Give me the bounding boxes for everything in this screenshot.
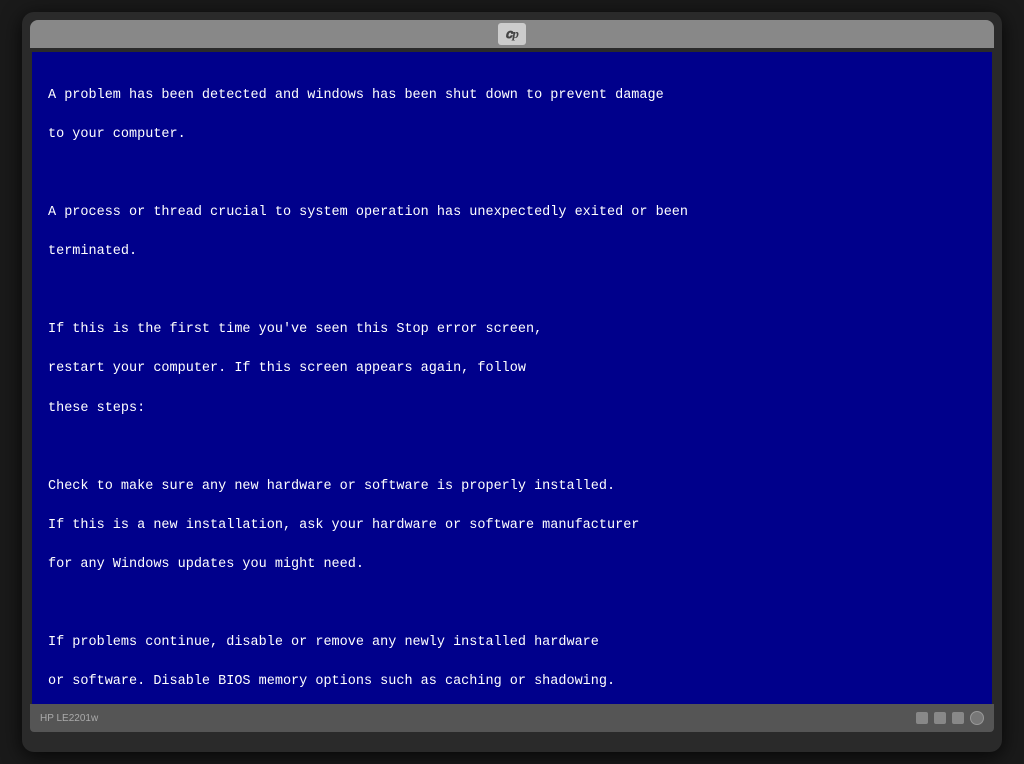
bsod-line16: or software. Disable BIOS memory options…: [48, 674, 615, 689]
monitor-button-2[interactable]: [934, 712, 946, 724]
bsod-line2: to your computer.: [48, 127, 186, 142]
monitor-brand-label: HP LE2201w: [40, 713, 98, 724]
bsod-line9: these steps:: [48, 401, 145, 416]
bsod-line1: A problem has been detected and windows …: [48, 88, 664, 103]
monitor: 𝐜p A problem has been detected and windo…: [22, 12, 1002, 752]
monitor-button-3[interactable]: [952, 712, 964, 724]
monitor-button-1[interactable]: [916, 712, 928, 724]
bsod-screen: A problem has been detected and windows …: [32, 52, 992, 704]
bsod-line5: terminated.: [48, 244, 137, 259]
bsod-line7: If this is the first time you've seen th…: [48, 322, 542, 337]
hp-logo: 𝐜p: [498, 23, 526, 45]
bsod-line12: If this is a new installation, ask your …: [48, 518, 639, 533]
monitor-top-bar: 𝐜p: [30, 20, 994, 48]
bsod-line15: If problems continue, disable or remove …: [48, 635, 599, 650]
bsod-content: A problem has been detected and windows …: [48, 66, 976, 704]
bsod-line4: A process or thread crucial to system op…: [48, 205, 688, 220]
bsod-line11: Check to make sure any new hardware or s…: [48, 479, 615, 494]
monitor-controls: [916, 711, 984, 725]
bsod-line8: restart your computer. If this screen ap…: [48, 361, 526, 376]
bsod-line13: for any Windows updates you might need.: [48, 557, 364, 572]
monitor-power-button[interactable]: [970, 711, 984, 725]
monitor-bottom-bar: HP LE2201w: [30, 704, 994, 732]
